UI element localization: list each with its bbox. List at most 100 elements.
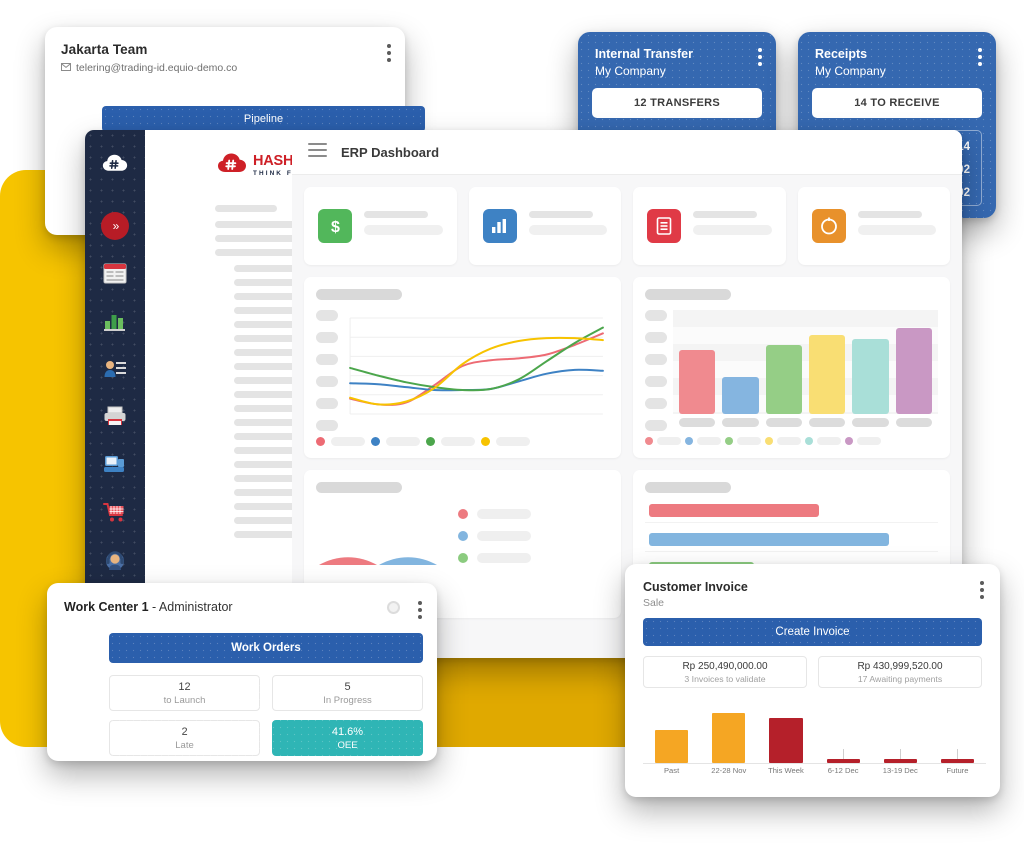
customer-invoice-card: Customer Invoice Sale Create Invoice Rp … [625, 564, 1000, 797]
status-ring-icon[interactable] [387, 601, 400, 614]
kebab-menu-icon[interactable] [387, 44, 391, 62]
jakarta-team-email-text: telering@trading-id.equio-demo.co [76, 62, 238, 74]
kpi-card[interactable]: $ [304, 187, 457, 265]
pipeline-button[interactable]: Pipeline [102, 106, 425, 132]
legend-label-placeholder [477, 509, 531, 519]
legend-dot [765, 437, 773, 445]
invoice-stat-caption: 3 Invoices to validate [684, 673, 766, 684]
svg-text:$: $ [331, 219, 340, 236]
logo-name-primary: HASH [253, 153, 294, 170]
hamburger-menu-icon[interactable] [308, 143, 327, 161]
invoice-bar-label: Past [663, 766, 680, 775]
document-icon [647, 209, 681, 243]
invoice-bar-column [757, 700, 814, 763]
receipts-title: Receipts [815, 47, 868, 61]
bar-label-placeholder [722, 418, 759, 427]
jakarta-team-title: Jakarta Team [61, 42, 148, 57]
legend-dot [426, 437, 435, 446]
internal-transfer-title: Internal Transfer [595, 47, 693, 61]
legend-label-placeholder [857, 437, 881, 445]
work-center-role: - Administrator [148, 600, 233, 614]
bar-chart-legend [645, 437, 938, 445]
invoice-bar-label: 6-12 Dec [827, 766, 859, 775]
legend-dot [685, 437, 693, 445]
invoice-bar-label: Future [946, 766, 969, 775]
kebab-menu-icon[interactable] [978, 48, 982, 66]
invoice-bar-label: 13-19 Dec [882, 766, 918, 775]
invoice-bar [712, 712, 746, 763]
metric-label: In Progress [323, 694, 372, 706]
legend-dot [845, 437, 853, 445]
horizontal-bar [649, 504, 819, 517]
bar [808, 334, 846, 414]
erp-sidebar: » [85, 130, 145, 658]
metric-value: 12 [178, 680, 191, 693]
bar-chart-icon [482, 209, 517, 243]
kebab-menu-icon[interactable] [418, 601, 422, 619]
legend-dot [458, 531, 468, 541]
legend-label-placeholder [441, 437, 475, 446]
invoice-bar [769, 717, 803, 763]
kpi-placeholder-text [528, 210, 607, 242]
metric-cell[interactable]: 12 to Launch [109, 675, 260, 711]
bar-label-placeholder [852, 418, 889, 427]
kebab-menu-icon[interactable] [980, 581, 984, 599]
bar-chart-y-axis-placeholder [645, 310, 667, 442]
work-center-card: Work Center 1 - Administrator Work Order… [47, 583, 437, 761]
metric-cell-oee[interactable]: 41.6% OEE [272, 720, 423, 756]
pos-terminal-icon[interactable] [102, 451, 128, 477]
line-chart-legend [316, 437, 609, 446]
legend-label-placeholder [777, 437, 801, 445]
transfers-button[interactable]: 12 TRANSFERS [592, 88, 762, 118]
metric-cell[interactable]: 5 In Progress [272, 675, 423, 711]
invoice-bar-column [929, 700, 986, 763]
kpi-card[interactable] [797, 187, 950, 265]
dollar-icon: $ [318, 209, 352, 243]
invoice-bar-labels: Past 22-28 Nov This Week 6-12 Dec 13-19 Dec F… [643, 766, 986, 775]
pie-chart-svg [319, 547, 437, 565]
calendar-icon[interactable] [102, 260, 128, 286]
bar-chart-x-axis-placeholder [679, 418, 932, 427]
bar-chart-icon[interactable] [102, 308, 128, 334]
customer-invoice-stats: Rp 250,490,000.00 3 Invoices to validate… [643, 656, 982, 688]
bar [765, 345, 802, 414]
line-chart-svg [349, 317, 604, 415]
erp-menu-panel: HASHMICRO THINK FORWARD [145, 130, 341, 658]
shopping-cart-icon[interactable] [102, 499, 128, 525]
invoice-stat[interactable]: Rp 250,490,000.00 3 Invoices to validate [643, 656, 807, 688]
work-orders-button[interactable]: Work Orders [109, 633, 423, 663]
bar-chart-panel [633, 277, 950, 458]
envelope-icon [61, 62, 71, 74]
kebab-menu-icon[interactable] [758, 48, 762, 66]
hash-cloud-logo-icon [217, 152, 247, 179]
invoice-bar [940, 759, 975, 763]
invoice-bar-column [700, 700, 757, 763]
bar [895, 327, 932, 414]
panel-title-placeholder [645, 289, 731, 300]
legend-dot [458, 509, 468, 519]
kpi-card[interactable] [468, 187, 621, 265]
kpi-card[interactable] [633, 187, 786, 265]
customer-invoice-subtitle: Sale [643, 597, 665, 609]
work-center-title: Work Center 1 - Administrator [64, 600, 233, 614]
metric-cell[interactable]: 2 Late [109, 720, 260, 756]
legend-label-placeholder [817, 437, 841, 445]
invoice-stat[interactable]: Rp 430,999,520.00 17 Awaiting payments [818, 656, 982, 688]
create-invoice-button[interactable]: Create Invoice [643, 618, 982, 646]
work-center-name: Work Center 1 [64, 600, 149, 614]
invoice-bars [643, 700, 986, 764]
printer-icon[interactable] [102, 403, 128, 429]
metric-label: Late [175, 739, 194, 751]
metric-value: 5 [344, 680, 351, 693]
headset-support-icon[interactable] [102, 547, 128, 573]
to-receive-button[interactable]: 14 TO RECEIVE [812, 88, 982, 118]
bar [852, 339, 889, 414]
user-list-icon[interactable] [102, 355, 128, 381]
double-chevron-right-icon[interactable]: » [101, 212, 129, 240]
panel-title-placeholder [316, 289, 402, 300]
legend-dot [371, 437, 380, 446]
metric-value: 41.6% [331, 725, 364, 738]
customer-invoice-chart: Past 22-28 Nov This Week 6-12 Dec 13-19 Dec F… [643, 700, 986, 782]
bar-chart-plot [673, 310, 938, 414]
legend-label-placeholder [496, 437, 530, 446]
